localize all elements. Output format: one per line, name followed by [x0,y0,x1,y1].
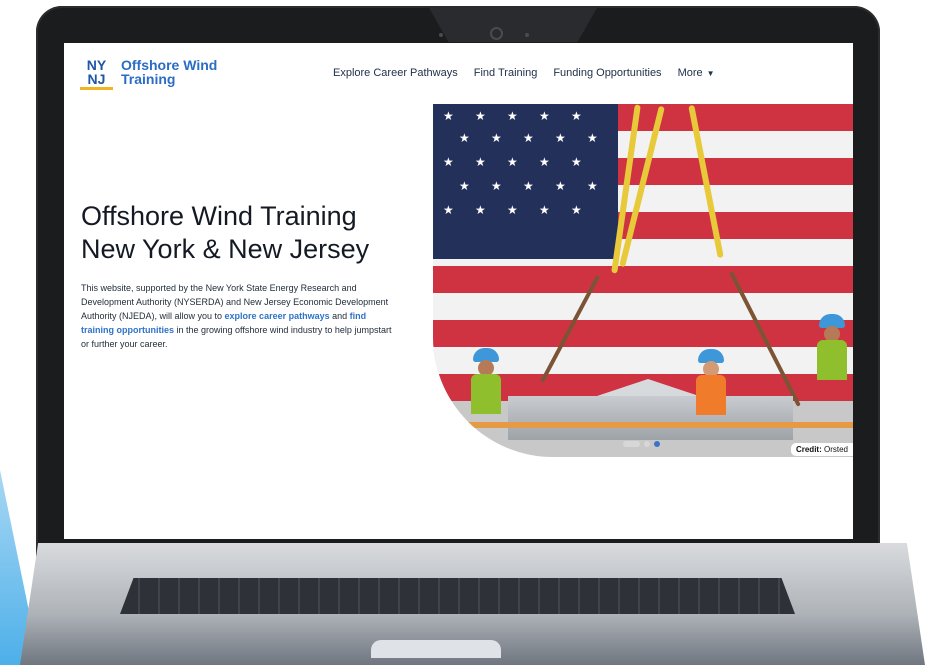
hero-title-line2: New York & New Jersey [81,234,370,264]
nav-funding-opportunities[interactable]: Funding Opportunities [553,67,661,79]
carousel-dot-3[interactable] [654,441,660,447]
star-icon: ★ [571,155,582,169]
laptop-trackpad [371,640,501,658]
star-icon: ★ [507,203,518,217]
nav-find-training[interactable]: Find Training [474,67,538,79]
more-label: More [677,67,703,79]
logo-nj: NJ [87,71,106,87]
hero-title-line1: Offshore Wind Training [81,201,357,231]
carousel-dot-1[interactable] [623,441,640,447]
nav-more[interactable]: More ▼ [678,67,715,79]
star-icon: ★ [459,179,470,193]
worker [471,348,501,418]
photo-credit: Credit: Orsted [790,443,853,456]
description-middle: and [329,311,350,321]
flag-stripe [433,320,853,347]
star-icon: ★ [555,179,566,193]
camera-icon [490,27,503,40]
credit-value: Orsted [823,445,848,454]
logo-gold-bar [80,87,113,90]
logo-text-line2: Training [121,71,176,87]
camera-sensor-right [525,33,529,37]
laptop-keyboard [120,578,795,614]
hero-description: This website, supported by the New York … [81,281,396,351]
star-icon: ★ [459,131,470,145]
site-logo-text[interactable]: Offshore Wind Training [121,58,217,86]
star-icon: ★ [491,131,502,145]
credit-label: Credit: [795,445,822,454]
site-logo-mark[interactable]: NY NJ [80,57,113,90]
flag-stripe [433,266,853,293]
star-icon: ★ [523,131,534,145]
star-icon: ★ [587,131,598,145]
star-icon: ★ [507,155,518,169]
star-icon: ★ [587,179,598,193]
top-navigation: NY NJ Offshore Wind Training Explore Car… [64,43,853,103]
star-icon: ★ [555,131,566,145]
website-screen: NY NJ Offshore Wind Training Explore Car… [64,43,853,539]
star-icon: ★ [507,109,518,123]
main-menu: Explore Career Pathways Find Training Fu… [333,67,715,79]
logo-ny: NY [86,57,107,73]
caret-down-icon: ▼ [706,69,715,78]
carousel-indicators [623,441,660,447]
hero-photo: ★ ★ ★ ★ ★ ★ ★ ★ ★ ★ ★ ★ ★ ★ ★ ★ ★ ★ ★ ★ … [433,104,853,457]
star-icon: ★ [443,155,454,169]
star-icon: ★ [475,109,486,123]
star-icon: ★ [443,203,454,217]
flag-stripe [433,293,853,320]
explore-career-pathways-link[interactable]: explore career pathways [225,311,330,321]
star-icon: ★ [475,203,486,217]
star-icon: ★ [475,155,486,169]
steel-truss [508,396,793,440]
star-icon: ★ [443,109,454,123]
star-icon: ★ [539,155,550,169]
star-icon: ★ [571,109,582,123]
star-icon: ★ [539,109,550,123]
worker [817,314,847,399]
carousel-dot-2[interactable] [644,441,650,447]
star-icon: ★ [491,179,502,193]
star-icon: ★ [539,203,550,217]
star-icon: ★ [571,203,582,217]
camera-sensor-left [439,33,443,37]
orange-rail [433,422,853,428]
camera-notch [428,6,598,42]
star-icon: ★ [523,179,534,193]
worker [696,349,726,419]
hero-title: Offshore Wind Training New York & New Je… [81,200,411,266]
logo-text-line1: Offshore Wind [121,57,218,73]
nav-explore-career-pathways[interactable]: Explore Career Pathways [333,67,458,79]
